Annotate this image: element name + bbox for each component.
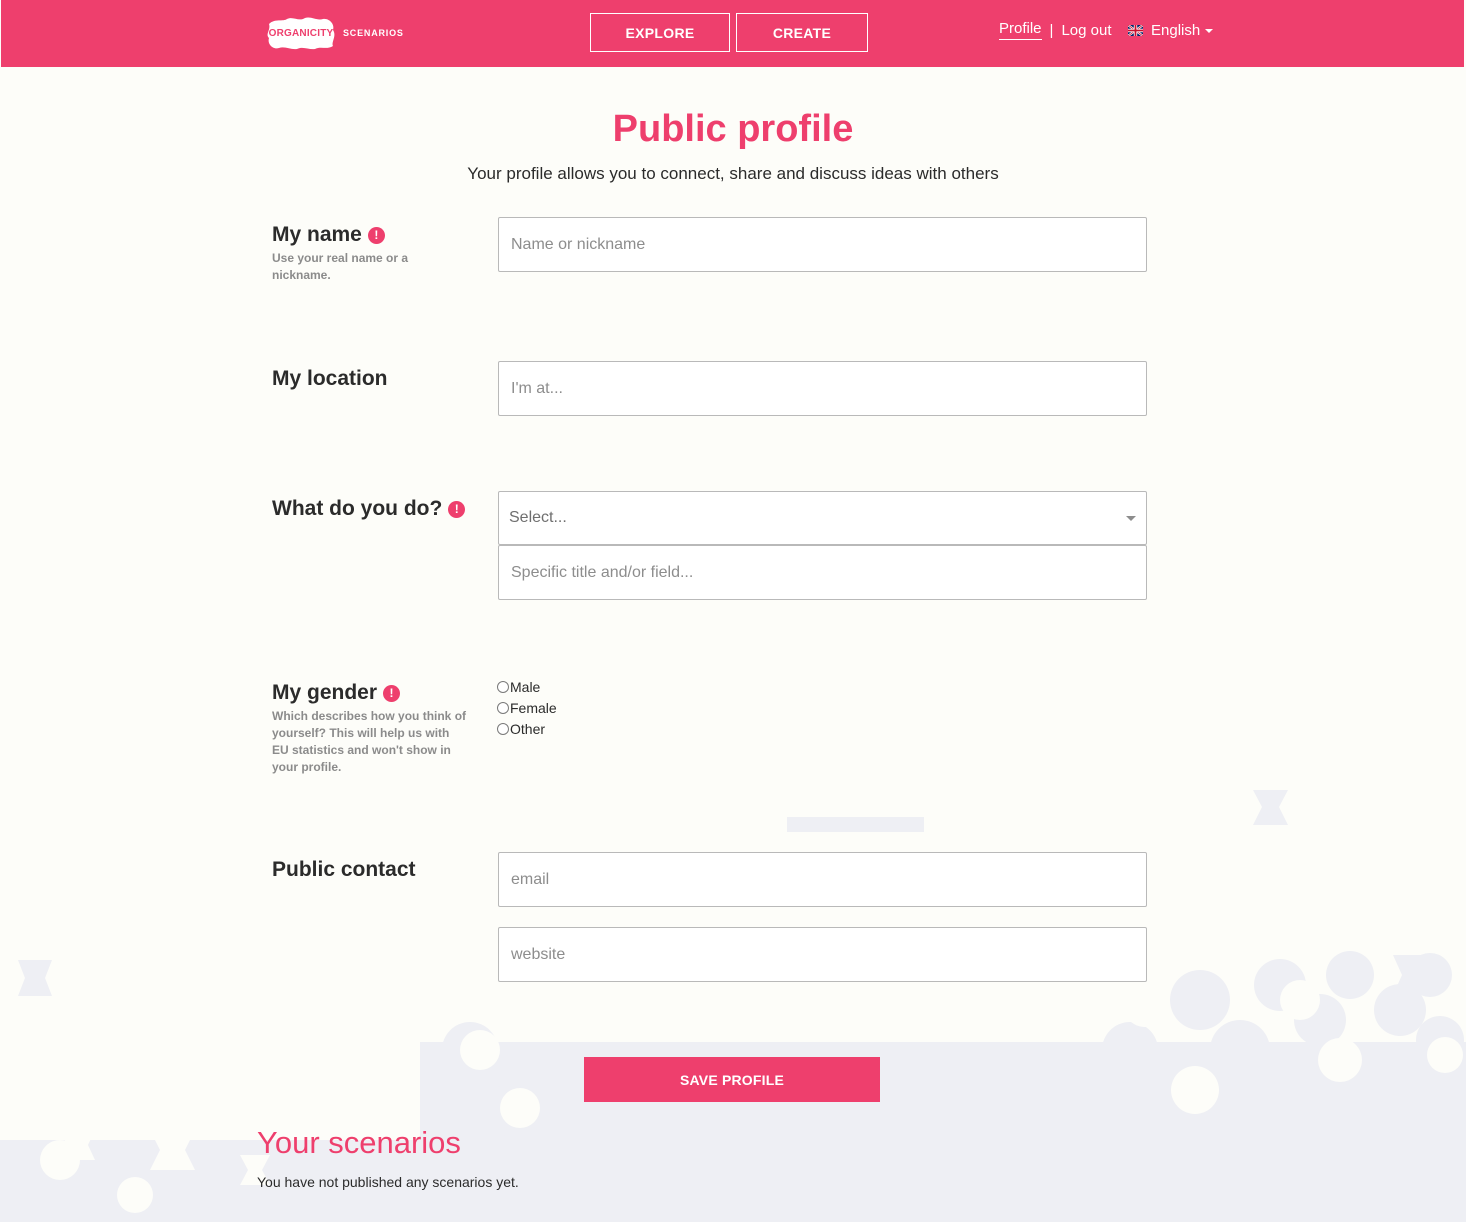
- gender-option-female[interactable]: Female: [497, 697, 557, 718]
- page-subtitle: Your profile allows you to connect, shar…: [467, 164, 999, 183]
- gender-label-row: My gender !: [272, 681, 401, 705]
- required-alert-icon: !: [383, 684, 401, 702]
- organicity-logo-badge: ORGANICITY: [265, 16, 337, 50]
- divider-block: [787, 817, 924, 832]
- language-selector[interactable]: English: [1128, 22, 1214, 39]
- email-input[interactable]: [498, 852, 1147, 907]
- radio-button[interactable]: [497, 701, 509, 714]
- top-navbar: ORGANICITY SCENARIOS EXPLORE CREATE Prof…: [1, 0, 1464, 67]
- location-label-row: My location: [272, 367, 388, 391]
- radio-button[interactable]: [497, 680, 509, 693]
- language-label: English: [1151, 22, 1201, 39]
- location-input[interactable]: [498, 361, 1147, 416]
- name-label: My name: [272, 223, 362, 246]
- nav-separator: |: [1049, 21, 1054, 39]
- gender-option-male[interactable]: Male: [497, 676, 557, 697]
- explore-button[interactable]: EXPLORE: [590, 13, 730, 52]
- contact-label: Public contact: [272, 858, 416, 881]
- profile-link[interactable]: Profile: [999, 20, 1042, 40]
- location-label: My location: [272, 367, 388, 390]
- name-hint: Use your real name or a nickname.: [272, 251, 409, 282]
- gender-option-label: Female: [510, 699, 557, 716]
- occupation-label: What do you do?: [272, 497, 443, 520]
- occupation-title-input[interactable]: [498, 545, 1147, 600]
- radio-button[interactable]: [497, 722, 509, 735]
- chevron-down-icon: [1205, 28, 1214, 33]
- gender-option-label: Other: [510, 720, 546, 737]
- logo-text: ORGANICITY: [268, 27, 334, 39]
- gender-radio-group: Male Female Other: [497, 676, 557, 739]
- user-nav: Profile | Log out: [999, 20, 1111, 40]
- site-logo[interactable]: ORGANICITY SCENARIOS: [265, 15, 404, 51]
- gender-option-other[interactable]: Other: [497, 718, 557, 739]
- occupation-label-row: What do you do? !: [272, 497, 466, 521]
- page-title: Public profile: [612, 108, 854, 150]
- scenarios-title: Your scenarios: [257, 1125, 461, 1160]
- create-button[interactable]: CREATE: [736, 13, 868, 52]
- uk-flag-icon: [1128, 25, 1143, 36]
- required-alert-icon: !: [448, 500, 466, 518]
- caret-down-icon: [1126, 516, 1136, 521]
- scenarios-empty-text: You have not published any scenarios yet…: [257, 1174, 519, 1190]
- occupation-select-value: Select...: [509, 509, 567, 526]
- required-alert-icon: !: [367, 226, 385, 244]
- name-input[interactable]: [498, 217, 1147, 272]
- save-profile-button[interactable]: SAVE PROFILE: [584, 1057, 880, 1102]
- gender-label: My gender: [272, 681, 378, 704]
- gender-option-label: Male: [510, 678, 541, 695]
- website-input[interactable]: [498, 927, 1147, 982]
- logout-link[interactable]: Log out: [1061, 22, 1111, 39]
- name-label-row: My name !: [272, 223, 385, 247]
- contact-label-row: Public contact: [272, 858, 416, 882]
- occupation-select[interactable]: Select...: [498, 491, 1147, 545]
- gender-hint: Which describes how you think of yoursel…: [272, 709, 467, 774]
- logo-subtext: SCENARIOS: [343, 28, 404, 38]
